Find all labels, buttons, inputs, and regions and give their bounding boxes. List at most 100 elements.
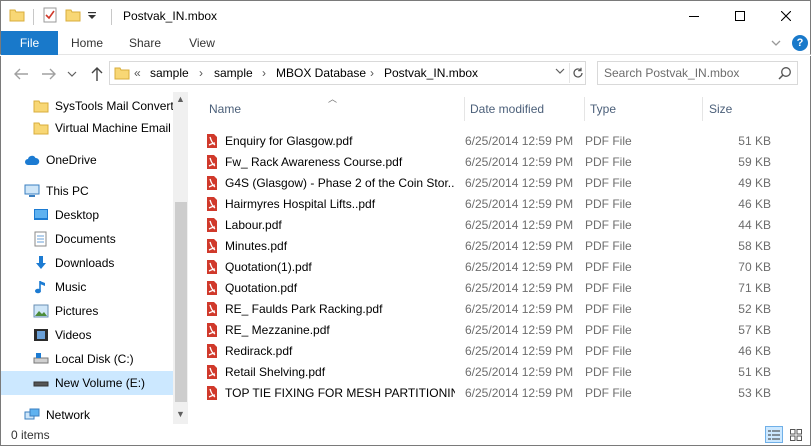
refresh-icon [572,67,583,78]
pdf-file-icon [205,301,219,320]
file-date-modified: 6/25/2014 12:59 PM [465,134,574,148]
sidebar-item-local-disk[interactable]: Local Disk (C:) [1,347,173,371]
breadcrumb-separator[interactable]: › [199,66,203,80]
file-name: G4S (Glasgow) - Phase 2 of the Coin Stor… [225,176,455,190]
file-size: 58 KB [738,239,771,253]
tab-home[interactable]: Home [61,31,113,55]
column-header-type[interactable]: Type [590,97,700,121]
up-button[interactable] [87,64,107,84]
scroll-down-icon[interactable]: ▼ [176,409,185,419]
tab-share[interactable]: Share [119,31,171,55]
breadcrumb-sample-1[interactable]: sample [150,66,189,80]
breadcrumb-current[interactable]: Postvak_IN.mbox [384,66,478,80]
quick-access-separator [33,9,34,25]
breadcrumb-separator[interactable]: › [262,66,266,80]
breadcrumb-sample-2[interactable]: sample [214,66,253,80]
file-size: 46 KB [738,344,771,358]
sidebar-item-virtual-machine[interactable]: Virtual Machine Email [1,116,173,140]
large-icons-view-button[interactable] [787,426,805,443]
file-row[interactable]: Redirack.pdf 6/25/2014 12:59 PM PDF File 46… [203,340,778,361]
close-button[interactable] [763,1,809,31]
forward-button[interactable] [39,64,59,84]
pdf-file-icon [205,364,219,383]
folder-icon[interactable] [9,7,25,23]
file-name: Quotation.pdf [225,281,298,295]
tab-file[interactable]: File [1,31,58,55]
file-date-modified: 6/25/2014 12:59 PM [465,344,574,358]
pdf-file-icon [205,259,219,278]
column-divider[interactable] [702,97,703,121]
file-row[interactable]: RE_ Faulds Park Racking.pdf 6/25/2014 12:… [203,298,778,319]
properties-icon[interactable] [43,7,57,23]
music-icon [33,279,49,295]
file-row[interactable]: Minutes.pdf 6/25/2014 12:59 PM PDF File 58 … [203,235,778,256]
column-header-name[interactable]: Name [209,97,459,121]
sidebar-item-label: Local Disk (C:) [55,352,134,366]
search-icon[interactable] [778,66,792,83]
file-row[interactable]: G4S (Glasgow) - Phase 2 of the Coin Stor… [203,172,778,193]
customize-toolbar-icon[interactable] [87,7,97,23]
sidebar-item-label: Downloads [55,256,115,270]
drive-icon [33,375,49,391]
sidebar-item-new-volume[interactable]: New Volume (E:) [1,371,173,395]
documents-icon [33,231,49,247]
navigation-bar: « sample › sample › MBOX Database › Post… [0,56,811,92]
breadcrumb-mbox-database[interactable]: MBOX Database [276,66,366,80]
sidebar-item-videos[interactable]: Videos [1,323,173,347]
address-bar[interactable]: « sample › sample › MBOX Database › Post… [109,61,586,85]
search-box[interactable] [597,61,798,85]
ribbon-tabs: File Home Share View ? [0,31,811,55]
pdf-file-icon [205,217,219,236]
sidebar-item-systools[interactable]: SysTools Mail Convert [1,94,174,118]
title-bar: Postvak_IN.mbox [0,0,811,31]
breadcrumb-overflow[interactable]: « [134,66,141,80]
file-type: PDF File [585,134,632,148]
pictures-icon [33,303,49,319]
file-row[interactable]: Quotation.pdf 6/25/2014 12:59 PM PDF File 7… [203,277,778,298]
tab-view[interactable]: View [177,31,227,55]
sidebar-item-onedrive[interactable]: OneDrive [1,148,173,172]
sidebar-item-this-pc[interactable]: This PC [1,179,173,203]
column-header-size[interactable]: Size [709,97,799,121]
sidebar-item-label: OneDrive [46,153,97,167]
file-row[interactable]: Quotation(1).pdf 6/25/2014 12:59 PM PDF Fi… [203,256,778,277]
sidebar-item-label: New Volume (E:) [55,376,146,390]
breadcrumb-separator[interactable]: › [370,66,374,80]
computer-icon [24,183,40,199]
minimize-button[interactable] [671,1,717,31]
file-row[interactable]: TOP TIE FIXING FOR MESH PARTITIONIN... 6/… [203,382,778,403]
column-divider[interactable] [584,97,585,121]
search-input[interactable] [604,65,774,81]
column-divider[interactable] [464,97,465,121]
sidebar-item-downloads[interactable]: Downloads [1,251,173,275]
file-row[interactable]: Labour.pdf 6/25/2014 12:59 PM PDF File 44 K… [203,214,778,235]
sidebar-item-pictures[interactable]: Pictures [1,299,173,323]
scroll-up-icon[interactable]: ▲ [176,94,185,104]
sidebar-item-label: SysTools Mail Convert [55,99,174,113]
file-type: PDF File [585,218,632,232]
file-row[interactable]: Hairmyres Hospital Lifts..pdf 6/25/2014 1… [203,193,778,214]
address-dropdown-button[interactable] [553,65,567,81]
chevron-down-icon[interactable] [769,36,783,50]
file-type: PDF File [585,176,632,190]
sidebar-item-network[interactable]: Network [1,403,173,424]
help-icon[interactable]: ? [792,35,808,51]
file-name: Labour.pdf [225,218,282,232]
sidebar-item-music[interactable]: Music [1,275,173,299]
file-row[interactable]: Fw_ Rack Awareness Course.pdf 6/25/2014 1… [203,151,778,172]
back-button[interactable] [11,64,31,84]
recent-locations-button[interactable] [65,64,79,84]
sidebar-item-desktop[interactable]: Desktop [1,203,173,227]
sidebar-scrollbar[interactable]: ▲ ▼ [173,92,188,424]
maximize-button[interactable] [717,1,763,31]
column-header-date-modified[interactable]: Date modified [470,97,585,121]
sidebar-item-documents[interactable]: Documents [1,227,173,251]
refresh-button[interactable] [569,63,585,83]
details-view-button[interactable] [765,426,783,443]
file-type: PDF File [585,344,632,358]
file-row[interactable]: Enquiry for Glasgow.pdf 6/25/2014 12:59 P… [203,130,778,151]
file-row[interactable]: Retail Shelving.pdf 6/25/2014 12:59 PM PDF… [203,361,778,382]
new-folder-icon[interactable] [65,7,81,23]
file-row[interactable]: RE_ Mezzanine.pdf 6/25/2014 12:59 PM PDF F… [203,319,778,340]
scrollbar-thumb[interactable] [175,202,187,402]
